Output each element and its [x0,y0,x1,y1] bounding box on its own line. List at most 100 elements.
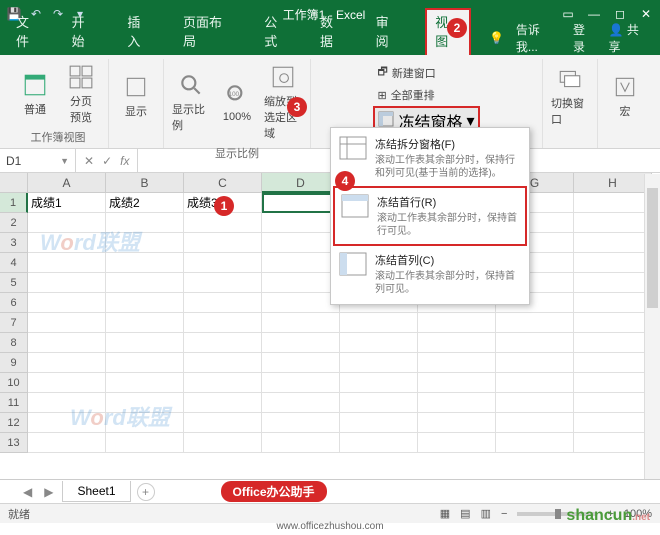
arrange-all-button[interactable]: ⊞全部重排 [373,85,479,105]
sheet-tab-1[interactable]: Sheet1 [62,481,130,502]
cell-C4[interactable] [184,253,262,273]
cell-E9[interactable] [340,353,418,373]
cell-C3[interactable] [184,233,262,253]
cell-B11[interactable] [106,393,184,413]
cell-E13[interactable] [340,433,418,453]
col-A[interactable]: A [28,173,106,193]
cell-E12[interactable] [340,413,418,433]
cell-A6[interactable] [28,293,106,313]
cell-A3[interactable] [28,233,106,253]
cell-H8[interactable] [574,333,652,353]
cell-H10[interactable] [574,373,652,393]
cell-C9[interactable] [184,353,262,373]
row-header[interactable]: 11 [0,393,28,413]
maximize-icon[interactable]: ◻ [612,7,628,21]
share-button[interactable]: 👤 共享 [609,21,650,55]
row-header[interactable]: 6 [0,293,28,313]
cancel-icon[interactable]: ✕ [84,154,94,168]
cell-F8[interactable] [418,333,496,353]
cell-A7[interactable] [28,313,106,333]
freeze-top-row-item[interactable]: 冻结首行(R) 滚动工作表其余部分时，保持首行可见。 [333,186,527,246]
cell-B10[interactable] [106,373,184,393]
cell-D2[interactable] [262,213,340,233]
cell-C12[interactable] [184,413,262,433]
ribbon-options-icon[interactable]: ▭ [560,7,576,21]
cell-D11[interactable] [262,393,340,413]
cell-A10[interactable] [28,373,106,393]
redo-icon[interactable]: ↷ [50,6,66,22]
cell-G12[interactable] [496,413,574,433]
tab-page-layout[interactable]: 页面布局 [177,8,240,55]
cell-H12[interactable] [574,413,652,433]
cell-H2[interactable] [574,213,652,233]
cell-C11[interactable] [184,393,262,413]
cell-G11[interactable] [496,393,574,413]
cell-D9[interactable] [262,353,340,373]
cell-H6[interactable] [574,293,652,313]
cell-F9[interactable] [418,353,496,373]
show-button[interactable]: 显示 [115,61,157,130]
cell-D10[interactable] [262,373,340,393]
add-sheet-button[interactable]: + [137,483,155,501]
cell-F12[interactable] [418,413,496,433]
cell-C10[interactable] [184,373,262,393]
sign-in-link[interactable]: 登录 [573,21,597,55]
cell-F13[interactable] [418,433,496,453]
cell-C2[interactable] [184,213,262,233]
zoom-100-button[interactable]: 100 100% [216,61,258,143]
zoom-out-icon[interactable]: − [501,508,507,520]
cell-B3[interactable] [106,233,184,253]
row-header[interactable]: 12 [0,413,28,433]
cell-D6[interactable] [262,293,340,313]
freeze-first-col-item[interactable]: 冻结首列(C) 滚动工作表其余部分时，保持首列可见。 [333,246,527,302]
cell-D1[interactable] [262,193,340,213]
fx-icon[interactable]: fx [120,154,129,168]
cell-A1[interactable]: 成绩1 [28,193,106,213]
cell-A11[interactable] [28,393,106,413]
sheet-nav-prev[interactable]: ◀ [20,485,35,499]
cell-E11[interactable] [340,393,418,413]
cell-B9[interactable] [106,353,184,373]
cell-A5[interactable] [28,273,106,293]
switch-window-button[interactable]: 切换窗口 [549,61,591,130]
cell-A8[interactable] [28,333,106,353]
cell-C7[interactable] [184,313,262,333]
zoom-button[interactable]: 显示比例 [170,61,212,143]
row-header[interactable]: 3 [0,233,28,253]
cell-B6[interactable] [106,293,184,313]
tell-me-text[interactable]: 告诉我... [516,21,561,55]
cell-G10[interactable] [496,373,574,393]
cell-D4[interactable] [262,253,340,273]
cell-G8[interactable] [496,333,574,353]
row-header[interactable]: 5 [0,273,28,293]
minimize-icon[interactable]: — [586,7,602,21]
cell-C5[interactable] [184,273,262,293]
cell-E8[interactable] [340,333,418,353]
cell-H5[interactable] [574,273,652,293]
cell-C6[interactable] [184,293,262,313]
name-box[interactable]: D1 ▼ [0,149,76,172]
cell-C8[interactable] [184,333,262,353]
cell-H3[interactable] [574,233,652,253]
cell-D3[interactable] [262,233,340,253]
macros-button[interactable]: 宏 [604,61,646,130]
page-break-preview-button[interactable]: 分页 预览 [60,61,102,127]
row-header[interactable]: 8 [0,333,28,353]
cell-B8[interactable] [106,333,184,353]
cell-G13[interactable] [496,433,574,453]
new-window-button[interactable]: 🗗新建窗口 [373,61,479,84]
cell-D13[interactable] [262,433,340,453]
cell-H4[interactable] [574,253,652,273]
cell-F11[interactable] [418,393,496,413]
cell-A12[interactable] [28,413,106,433]
enter-icon[interactable]: ✓ [102,154,112,168]
row-header[interactable]: 13 [0,433,28,453]
cell-D12[interactable] [262,413,340,433]
tab-review[interactable]: 审阅 [370,8,408,55]
cell-G7[interactable] [496,313,574,333]
tab-insert[interactable]: 插入 [121,8,159,55]
cell-B2[interactable] [106,213,184,233]
tell-me-icon[interactable]: 💡 [489,31,504,45]
tab-home[interactable]: 开始 [66,8,104,55]
cell-F10[interactable] [418,373,496,393]
